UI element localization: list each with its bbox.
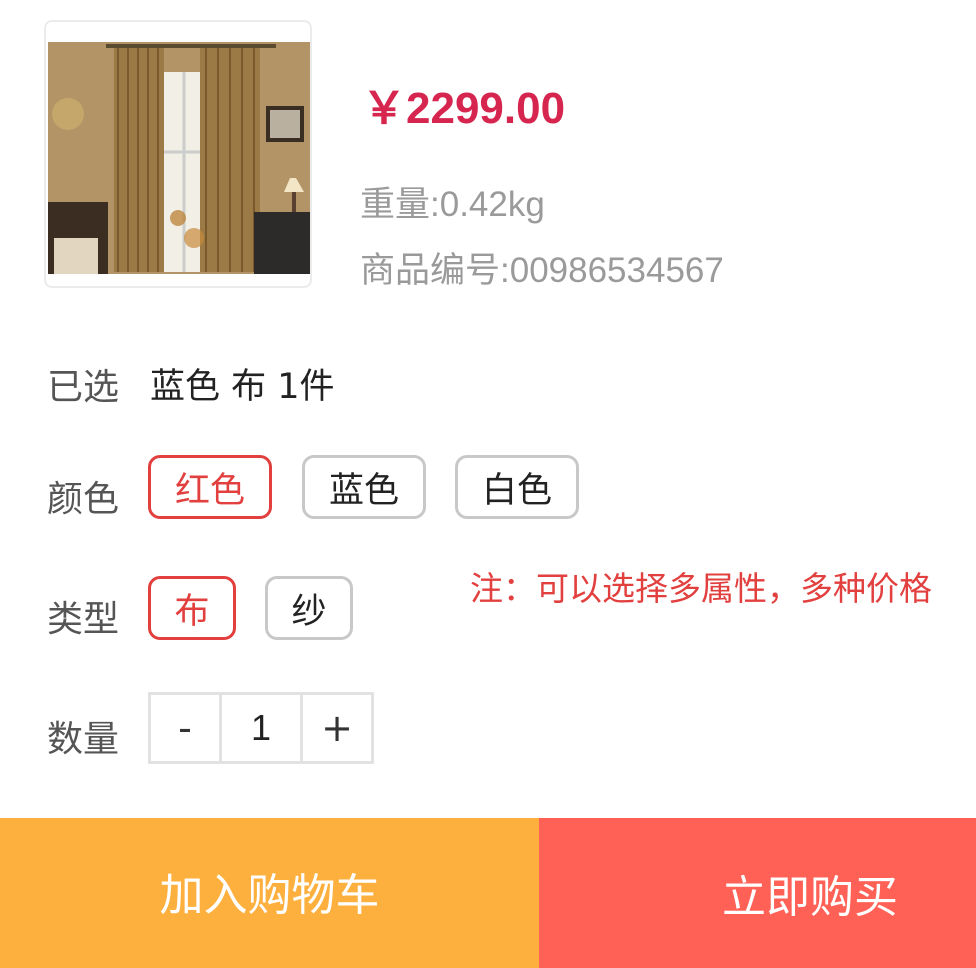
quantity-value[interactable]: 1 <box>219 695 303 761</box>
buy-now-button[interactable]: 立即购买 <box>539 818 976 968</box>
quantity-label: 数量 <box>47 719 120 760</box>
action-bar: 加入购物车 立即购买 <box>0 818 976 968</box>
quantity-increase-button[interactable]: + <box>303 695 371 761</box>
curtain-product-photo <box>48 42 310 274</box>
add-to-cart-button[interactable]: 加入购物车 <box>0 818 539 968</box>
selected-label: 已选 <box>47 367 120 408</box>
sku-selection-panel: ￥2299.00 重量:0.42kg 商品编号:00986534567 已选 蓝… <box>0 0 976 968</box>
product-thumbnail <box>44 20 312 288</box>
type-label: 类型 <box>47 599 120 640</box>
selected-summary: 蓝色 布 1件 <box>150 367 335 407</box>
product-price: ￥2299.00 <box>362 84 566 133</box>
color-option-white[interactable]: 白色 <box>455 455 579 519</box>
color-option-blue[interactable]: 蓝色 <box>302 455 426 519</box>
quantity-decrease-button[interactable]: - <box>151 695 219 761</box>
type-option-cloth[interactable]: 布 <box>148 576 236 640</box>
color-option-red[interactable]: 红色 <box>148 455 272 519</box>
pricing-note: 注：可以选择多属性，多种价格 <box>470 569 932 608</box>
product-weight: 重量:0.42kg <box>360 185 545 224</box>
quantity-stepper: - 1 + <box>148 692 374 764</box>
color-label: 颜色 <box>47 479 120 520</box>
product-sku: 商品编号:00986534567 <box>360 251 724 290</box>
type-option-gauze[interactable]: 纱 <box>265 576 353 640</box>
